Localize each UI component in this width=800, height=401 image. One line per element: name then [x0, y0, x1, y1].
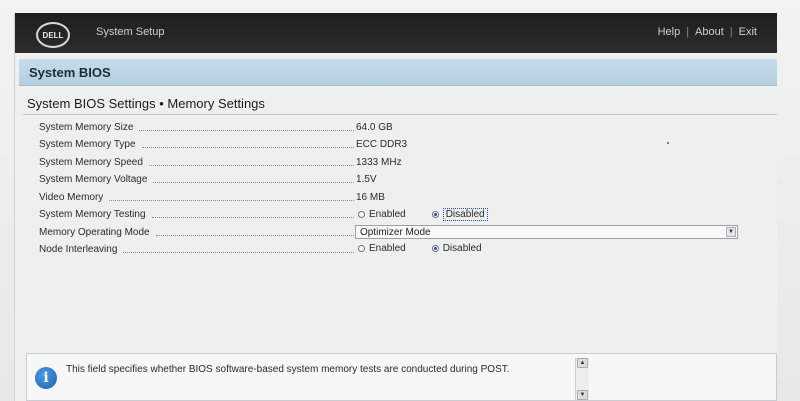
header-links: Help | About | Exit: [658, 26, 757, 38]
dell-logo: DELL: [36, 22, 70, 48]
about-link[interactable]: About: [695, 26, 724, 38]
node-interleaving-enabled-radio[interactable]: Enabled: [356, 242, 408, 255]
setting-label: System Memory Size: [39, 122, 354, 133]
setting-value: ECC DDR3: [356, 139, 408, 150]
top-bar: DELL System Setup Help | About | Exit: [15, 13, 777, 53]
help-link[interactable]: Help: [658, 26, 681, 38]
setting-row-operating-mode: Memory Operating Mode Optimizer Mode ▼: [15, 225, 777, 242]
setting-value: 16 MB: [356, 192, 385, 203]
arrow-up-icon[interactable]: ▲: [577, 358, 588, 368]
setting-label: System Memory Speed: [39, 157, 354, 168]
section-bar: System BIOS: [19, 59, 777, 86]
chevron-down-icon[interactable]: ▼: [726, 227, 736, 237]
arrow-down-icon[interactable]: ▼: [577, 390, 588, 400]
setting-row-node-interleaving: Node Interleaving Enabled Disabled: [15, 242, 777, 259]
section-title: System BIOS: [29, 65, 111, 80]
page-heading: System BIOS Settings • Memory Settings: [27, 96, 265, 111]
screen-speck: [667, 142, 669, 144]
setting-value: 64.0 GB: [356, 122, 393, 133]
setting-label: System Memory Type: [39, 139, 354, 150]
help-text: This field specifies whether BIOS softwa…: [66, 364, 510, 375]
setting-row-memory-testing: System Memory Testing Enabled Disabled: [15, 207, 777, 224]
node-interleaving-disabled-radio[interactable]: Disabled: [430, 242, 484, 255]
setting-row-video-memory: Video Memory 16 MB: [15, 190, 777, 207]
link-separator: |: [686, 26, 690, 38]
help-scrollbar[interactable]: ▲ ▼: [575, 358, 589, 400]
setting-label: Node Interleaving: [39, 244, 354, 255]
memory-testing-disabled-radio[interactable]: Disabled: [430, 207, 490, 222]
link-separator: |: [729, 26, 733, 38]
select-value: Optimizer Mode: [360, 227, 431, 238]
app-title: System Setup: [96, 26, 165, 38]
setting-row-memory-type: System Memory Type ECC DDR3: [15, 137, 777, 154]
setting-row-memory-voltage: System Memory Voltage 1.5V: [15, 172, 777, 189]
node-interleaving-radio-group: Enabled Disabled: [356, 242, 484, 255]
heading-divider: [23, 114, 777, 115]
setting-label: Memory Operating Mode: [39, 227, 354, 238]
setting-row-memory-speed: System Memory Speed 1333 MHz: [15, 155, 777, 172]
exit-link[interactable]: Exit: [739, 26, 757, 38]
setting-label: Video Memory: [39, 192, 354, 203]
memory-testing-radio-group: Enabled Disabled: [356, 207, 490, 222]
help-panel: i This field specifies whether BIOS soft…: [26, 353, 777, 401]
setting-row-memory-size: System Memory Size 64.0 GB: [15, 120, 777, 137]
setting-label: System Memory Testing: [39, 209, 354, 220]
info-icon: i: [35, 367, 57, 389]
setting-value: 1.5V: [356, 174, 377, 185]
bios-screen: DELL System Setup Help | About | Exit Sy…: [14, 13, 777, 401]
memory-operating-mode-select[interactable]: Optimizer Mode ▼: [355, 225, 738, 239]
memory-testing-enabled-radio[interactable]: Enabled: [356, 207, 408, 222]
setting-value: 1333 MHz: [356, 157, 402, 168]
setting-label: System Memory Voltage: [39, 174, 354, 185]
